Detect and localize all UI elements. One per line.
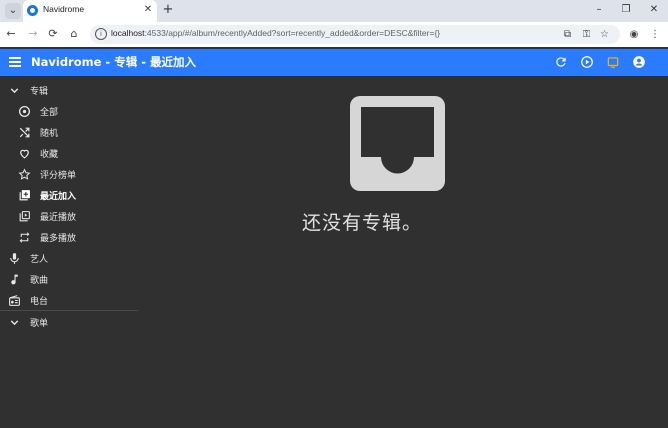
sidebar-item-all[interactable]: 全部 [0,101,138,122]
empty-state-message: 还没有专辑。 [301,212,422,234]
forward-icon[interactable]: → [25,26,41,42]
chevron-down-icon [10,320,19,326]
bookmark-star-icon[interactable]: ☆ [597,27,612,42]
navidrome-favicon-icon [27,5,38,16]
sidebar-item-label: 评分榜单 [40,171,77,181]
password-key-icon[interactable]: ⚿ [579,27,594,42]
new-tab-button[interactable]: + [160,2,176,18]
sidebar-section-albums[interactable]: 专辑 [0,80,138,101]
site-info-icon[interactable]: i [95,28,107,40]
tab-search-chevron-icon[interactable]: ⌄ [5,3,21,19]
sidebar-item-label: 歌曲 [30,276,49,286]
star-icon [18,168,31,180]
sidebar-item-label: 艺人 [30,255,49,265]
tab-title: Navidrome [43,4,85,14]
refresh-icon[interactable] [554,55,568,69]
inbox-icon [350,96,445,191]
sidebar-section-label: 专辑 [30,87,49,97]
url-path: :4533/app/#/album/recentlyAdded?sort=rec… [144,28,441,38]
browser-menu-icon[interactable]: ⋮ [647,27,663,43]
tab-close-icon[interactable]: ✕ [141,3,155,17]
activity-panel-icon[interactable] [606,55,620,69]
sidebar-item-label: 随机 [40,129,59,139]
sidebar-section-label: 歌单 [30,319,49,329]
url-host: localhost [111,28,145,38]
browser-tab-strip: ⌄ Navidrome ✕ + – ❐ ✕ [0,0,668,22]
address-bar[interactable]: i localhost:4533/app/#/album/recentlyAdd… [90,25,620,44]
sidebar-item-favorites[interactable]: 收藏 [0,143,138,164]
sidebar-section-playlists[interactable]: 歌单 [0,312,138,333]
chevron-down-icon [10,88,19,94]
url-text[interactable]: localhost:4533/app/#/album/recentlyAdded… [111,28,440,38]
play-circle-icon[interactable] [580,55,594,69]
sidebar-divider [0,310,138,311]
sidebar-item-artists[interactable]: 艺人 [0,248,138,269]
music-note-icon [11,274,18,285]
window-restore-button[interactable]: ❐ [617,2,635,18]
album-icon [18,105,31,118]
sidebar-item-label: 电台 [30,297,49,307]
sidebar-item-songs[interactable]: 歌曲 [0,269,138,290]
sidebar-item-recently-added[interactable]: 最近加入 [0,185,138,206]
sidebar-item-label: 全部 [40,108,59,118]
menu-icon[interactable] [9,57,21,67]
library-add-icon [19,190,30,201]
shuffle-icon [19,127,30,138]
browser-toolbar: ← → ⟳ ⌂ i localhost:4533/app/#/album/rec… [0,22,668,47]
sidebar-item-top-rated[interactable]: 评分榜单 [0,164,138,185]
install-app-icon[interactable]: ⧉ [560,27,575,42]
page-title: Navidrome - 专辑 - 最近加入 [31,55,196,69]
back-icon[interactable]: ← [3,26,19,42]
window-close-button[interactable]: ✕ [645,2,663,18]
sidebar-item-random[interactable]: 随机 [0,122,138,143]
app-bar: Navidrome - 专辑 - 最近加入 [0,49,668,76]
mic-icon [10,253,19,264]
browser-tab[interactable]: Navidrome ✕ [23,0,157,22]
home-icon[interactable]: ⌂ [66,26,82,42]
sidebar-item-label: 收藏 [40,150,59,160]
account-icon[interactable] [632,55,646,69]
profile-icon[interactable]: ◉ [626,27,642,43]
window-minimize-button[interactable]: – [590,2,608,18]
sidebar-item-radio[interactable]: 电台 [0,290,138,311]
sidebar-item-label: 最近加入 [40,192,77,202]
reload-icon[interactable]: ⟳ [45,26,61,42]
radio-icon [9,295,20,306]
heart-icon [20,149,29,159]
